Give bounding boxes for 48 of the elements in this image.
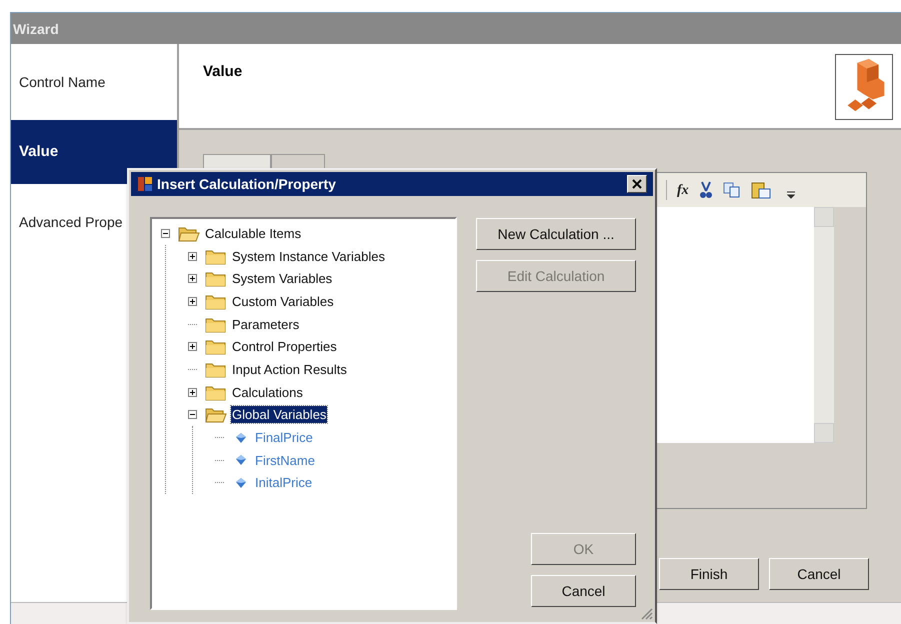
dialog-button[interactable]: Cancel xyxy=(531,575,636,607)
tree-item[interactable]: Parameters xyxy=(231,316,300,333)
folder-icon xyxy=(205,360,227,378)
open-folder-icon xyxy=(178,224,200,242)
tree-item[interactable]: Control Properties xyxy=(231,338,338,356)
folder-icon xyxy=(205,292,227,310)
tree-item[interactable]: Calculations xyxy=(231,384,304,401)
cubes-logo-icon xyxy=(835,54,893,120)
expander-icon[interactable] xyxy=(161,228,170,238)
wizard-button[interactable]: Cancel xyxy=(769,558,869,590)
tree-item[interactable]: InitalPrice xyxy=(254,474,314,492)
toolbar-separator xyxy=(666,180,667,200)
tree-item[interactable]: FinalPrice xyxy=(254,429,314,446)
copy-icon[interactable] xyxy=(722,182,741,198)
diamond-icon xyxy=(235,432,247,444)
folder-icon xyxy=(205,338,227,356)
expander-icon[interactable] xyxy=(188,410,197,420)
app-icon xyxy=(137,176,153,192)
tree-item[interactable]: Custom Variables xyxy=(231,292,335,310)
folder-icon xyxy=(205,248,227,265)
overflow-dropdown-icon[interactable] xyxy=(786,191,795,199)
close-icon xyxy=(632,179,642,189)
window-title: Wizard xyxy=(11,13,901,44)
tree-item[interactable]: Global Variables xyxy=(231,406,328,424)
tree-item[interactable]: Calculable Items xyxy=(204,224,302,242)
diamond-icon xyxy=(235,476,247,489)
function-button[interactable]: fx xyxy=(677,180,689,200)
tree-item[interactable]: System Instance Variables xyxy=(231,248,386,265)
tree-item[interactable]: System Variables xyxy=(231,270,334,288)
folder-icon xyxy=(205,316,227,333)
tree-item[interactable]: Input Action Results xyxy=(231,360,348,378)
folder-icon xyxy=(205,270,227,288)
page-heading: Value xyxy=(203,62,242,79)
expander-icon[interactable] xyxy=(188,296,197,306)
expander-icon[interactable] xyxy=(188,274,197,284)
dialog-button[interactable]: New Calculation ... xyxy=(476,218,636,250)
tree-item[interactable]: FirstName xyxy=(254,452,316,469)
diamond-icon xyxy=(235,454,247,466)
wizard-button[interactable]: Finish xyxy=(659,558,759,590)
close-button[interactable] xyxy=(627,175,647,193)
expander-icon[interactable] xyxy=(188,388,197,397)
open-folder-icon xyxy=(205,406,227,424)
expander-icon[interactable] xyxy=(188,342,197,352)
scissors-icon[interactable] xyxy=(698,181,713,199)
expander-icon[interactable] xyxy=(188,252,197,261)
resize-grip-icon xyxy=(641,608,653,620)
folder-icon xyxy=(205,384,227,401)
paste-icon[interactable] xyxy=(750,181,771,199)
